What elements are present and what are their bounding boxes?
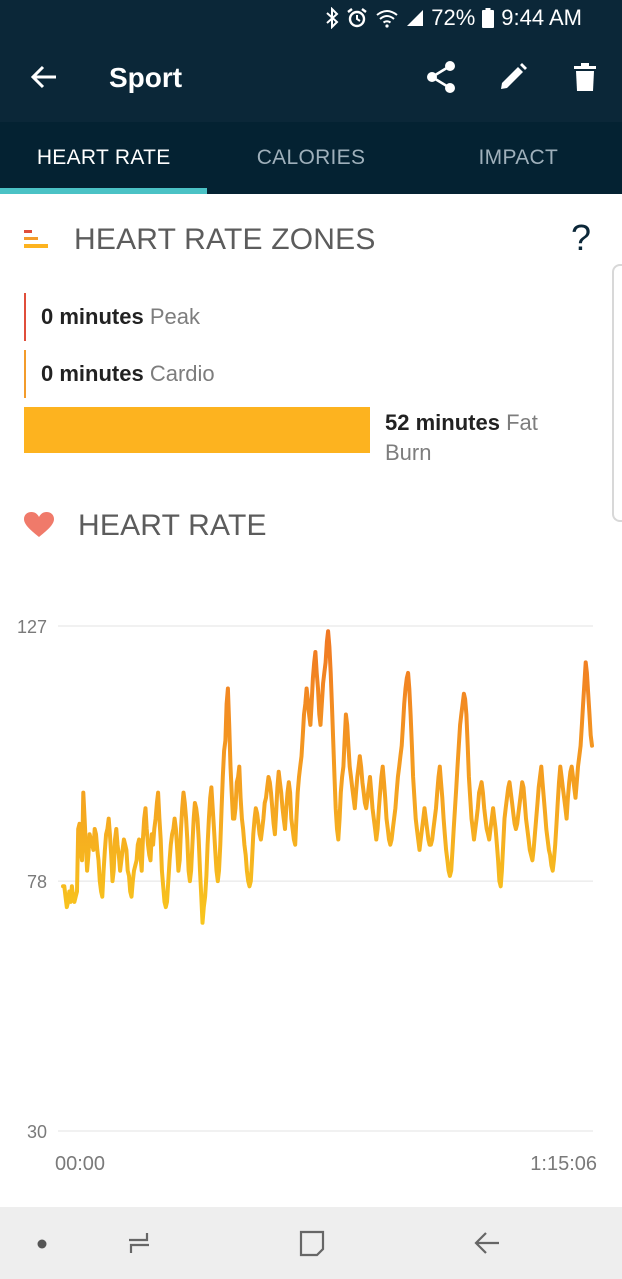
trash-icon <box>574 62 596 96</box>
status-icons: 72% 9:44 AM <box>325 0 582 36</box>
page-title: Sport <box>109 62 183 93</box>
peak-minutes: 0 minutes <box>41 304 144 329</box>
x-label-start: 00:00 <box>55 1153 105 1175</box>
battery-text: 72% <box>431 5 476 30</box>
tab-impact-label: IMPACT <box>478 146 559 169</box>
share-button[interactable] <box>421 59 461 99</box>
recent-apps-button[interactable] <box>119 1225 159 1265</box>
tab-heart-rate[interactable]: HEART RATE <box>0 122 208 194</box>
zones-title: HEART RATE ZONES <box>74 223 376 256</box>
status-bar: 72% 9:44 AM <box>0 0 622 36</box>
clock-time: 9:44 AM <box>501 5 582 30</box>
share-icon <box>426 60 456 98</box>
back-nav-button[interactable] <box>467 1225 507 1265</box>
tab-calories[interactable]: CALORIES <box>207 122 414 194</box>
heart-rate-chart: 127 78 30 00:00 1:15:06 <box>0 560 622 1180</box>
cardio-zone-text: 0 minutes Cardio <box>41 360 215 388</box>
fat-burn-minutes: 52 minutes <box>385 410 500 435</box>
home-icon <box>298 1229 326 1262</box>
nav-dot-button[interactable] <box>22 1225 62 1265</box>
signal-icon <box>406 9 424 27</box>
fat-burn-bar <box>24 407 370 453</box>
edit-pencil-icon <box>499 62 527 96</box>
y-tick-label: 30 <box>27 1122 47 1142</box>
cardio-label: Cardio <box>149 361 215 386</box>
dot-icon <box>37 1236 47 1254</box>
active-tab-indicator <box>0 188 208 194</box>
heart-icon <box>24 512 54 538</box>
delete-button[interactable] <box>565 59 605 99</box>
scroll-handle[interactable] <box>612 264 622 522</box>
fat-burn-text: 52 minutes Fat Burn <box>385 408 585 468</box>
battery-icon <box>482 8 495 28</box>
tab-heart-rate-label: HEART RATE <box>36 146 171 169</box>
edit-button[interactable] <box>493 59 533 99</box>
cardio-zone-line <box>24 350 26 398</box>
zones-header: HEART RATE ZONES ? <box>0 214 622 264</box>
heart-rate-header: HEART RATE <box>0 500 622 550</box>
tab-bar: HEART RATE CALORIES IMPACT <box>0 122 622 194</box>
peak-label: Peak <box>149 304 200 329</box>
peak-zone-text: 0 minutes Peak <box>41 303 200 331</box>
heart-rate-line <box>61 629 594 925</box>
heart-rate-chart-svg: 127 78 30 00:00 1:15:06 <box>17 617 597 1175</box>
back-icon <box>473 1230 501 1261</box>
app-bar: Sport <box>0 36 622 122</box>
tab-impact[interactable]: IMPACT <box>415 122 622 194</box>
heart-rate-title: HEART RATE <box>78 509 267 542</box>
cardio-minutes: 0 minutes <box>41 361 144 386</box>
back-button[interactable] <box>24 59 64 99</box>
help-button[interactable]: ? <box>566 216 596 260</box>
bluetooth-icon <box>325 7 339 29</box>
back-arrow-icon <box>30 65 58 94</box>
system-nav-bar <box>0 1207 622 1279</box>
y-tick-label: 127 <box>17 617 47 637</box>
alarm-icon <box>346 7 368 29</box>
zones-bars-icon <box>24 230 50 250</box>
recent-apps-icon <box>125 1230 153 1261</box>
x-label-end: 1:15:06 <box>530 1153 597 1175</box>
peak-zone-line <box>24 293 26 341</box>
home-button[interactable] <box>292 1225 332 1265</box>
y-tick-label: 78 <box>27 872 47 892</box>
tab-calories-label: CALORIES <box>256 146 366 169</box>
wifi-icon <box>375 8 399 28</box>
